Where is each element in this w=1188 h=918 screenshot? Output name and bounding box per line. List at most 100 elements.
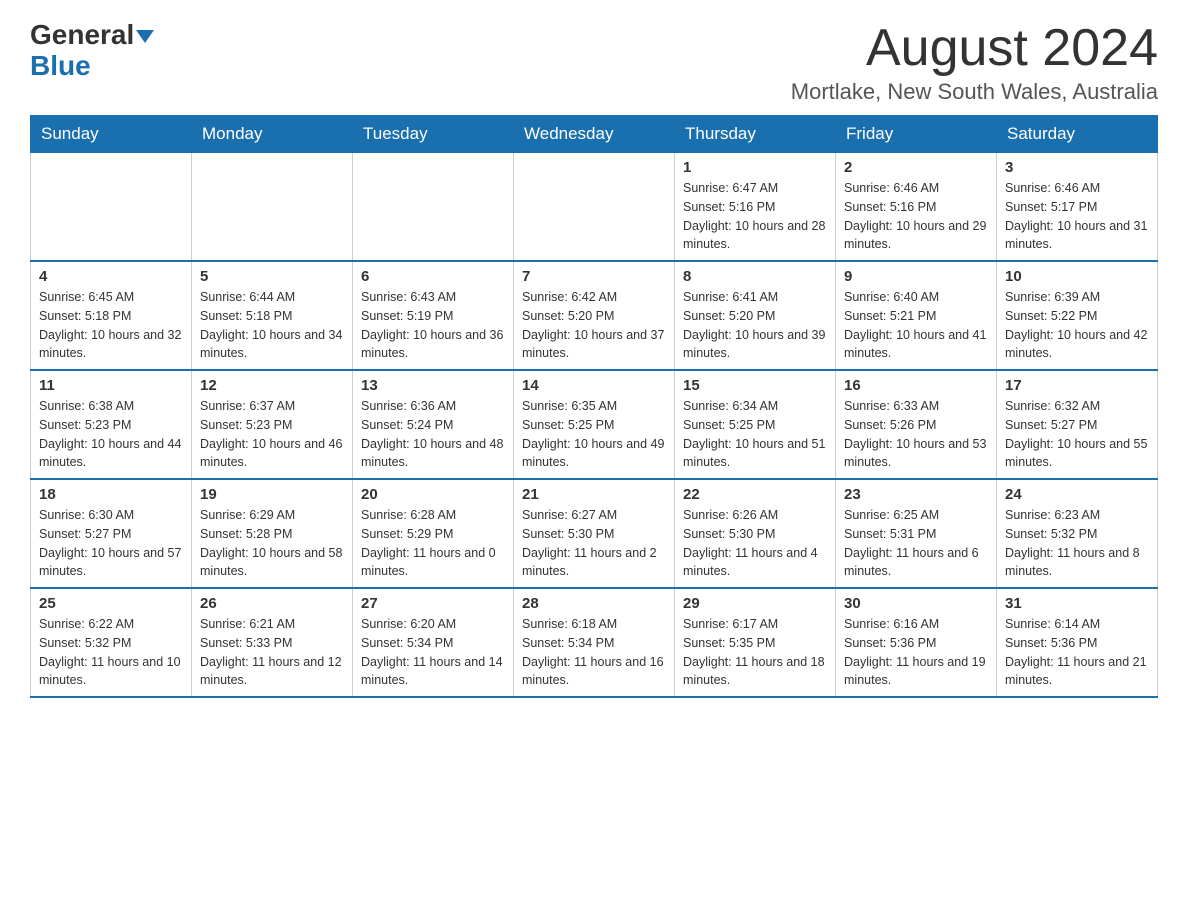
- header-saturday: Saturday: [997, 116, 1158, 153]
- table-row: 30 Sunrise: 6:16 AMSunset: 5:36 PMDayligh…: [836, 588, 997, 697]
- day-number: 6: [361, 268, 505, 285]
- day-info: Sunrise: 6:16 AMSunset: 5:36 PMDaylight:…: [844, 615, 988, 690]
- calendar-week-row: 11 Sunrise: 6:38 AMSunset: 5:23 PMDayligh…: [31, 370, 1158, 479]
- calendar-table: Sunday Monday Tuesday Wednesday Thursday…: [30, 115, 1158, 698]
- day-number: 28: [522, 595, 666, 612]
- table-row: 25 Sunrise: 6:22 AMSunset: 5:32 PMDayligh…: [31, 588, 192, 697]
- calendar-week-row: 25 Sunrise: 6:22 AMSunset: 5:32 PMDayligh…: [31, 588, 1158, 697]
- day-number: 13: [361, 377, 505, 394]
- calendar-week-row: 1Sunrise: 6:47 AMSunset: 5:16 PMDaylight…: [31, 153, 1158, 262]
- day-number: 15: [683, 377, 827, 394]
- location-subtitle: Mortlake, New South Wales, Australia: [791, 79, 1158, 105]
- table-row: 17 Sunrise: 6:32 AMSunset: 5:27 PMDayligh…: [997, 370, 1158, 479]
- day-info: Sunrise: 6:35 AMSunset: 5:25 PMDaylight:…: [522, 397, 666, 472]
- day-number: 2: [844, 159, 988, 176]
- table-row: 5 Sunrise: 6:44 AMSunset: 5:18 PMDaylight…: [192, 261, 353, 370]
- table-row: 12 Sunrise: 6:37 AMSunset: 5:23 PMDayligh…: [192, 370, 353, 479]
- day-info: Sunrise: 6:32 AMSunset: 5:27 PMDaylight:…: [1005, 397, 1149, 472]
- table-row: 21Sunrise: 6:27 AMSunset: 5:30 PMDayligh…: [514, 479, 675, 588]
- day-info: Sunrise: 6:47 AMSunset: 5:16 PMDaylight:…: [683, 179, 827, 254]
- day-number: 17: [1005, 377, 1149, 394]
- day-info: Sunrise: 6:26 AMSunset: 5:30 PMDaylight:…: [683, 506, 827, 581]
- day-info: Sunrise: 6:37 AMSunset: 5:23 PMDaylight:…: [200, 397, 344, 472]
- calendar-header-row: Sunday Monday Tuesday Wednesday Thursday…: [31, 116, 1158, 153]
- table-row: [31, 153, 192, 262]
- day-info: Sunrise: 6:25 AMSunset: 5:31 PMDaylight:…: [844, 506, 988, 581]
- month-year-title: August 2024: [791, 20, 1158, 77]
- table-row: 4Sunrise: 6:45 AMSunset: 5:18 PMDaylight…: [31, 261, 192, 370]
- table-row: 29 Sunrise: 6:17 AMSunset: 5:35 PMDayligh…: [675, 588, 836, 697]
- day-number: 20: [361, 486, 505, 503]
- table-row: 27Sunrise: 6:20 AMSunset: 5:34 PMDayligh…: [353, 588, 514, 697]
- day-number: 29: [683, 595, 827, 612]
- day-number: 22: [683, 486, 827, 503]
- day-info: Sunrise: 6:44 AMSunset: 5:18 PMDaylight:…: [200, 288, 344, 363]
- calendar-week-row: 18Sunrise: 6:30 AMSunset: 5:27 PMDayligh…: [31, 479, 1158, 588]
- day-info: Sunrise: 6:23 AMSunset: 5:32 PMDaylight:…: [1005, 506, 1149, 581]
- day-info: Sunrise: 6:14 AMSunset: 5:36 PMDaylight:…: [1005, 615, 1149, 690]
- table-row: 28Sunrise: 6:18 AMSunset: 5:34 PMDayligh…: [514, 588, 675, 697]
- table-row: 31Sunrise: 6:14 AMSunset: 5:36 PMDayligh…: [997, 588, 1158, 697]
- day-number: 19: [200, 486, 344, 503]
- day-number: 30: [844, 595, 988, 612]
- table-row: 10 Sunrise: 6:39 AMSunset: 5:22 PMDayligh…: [997, 261, 1158, 370]
- table-row: 7Sunrise: 6:42 AMSunset: 5:20 PMDaylight…: [514, 261, 675, 370]
- day-info: Sunrise: 6:40 AMSunset: 5:21 PMDaylight:…: [844, 288, 988, 363]
- table-row: 9Sunrise: 6:40 AMSunset: 5:21 PMDaylight…: [836, 261, 997, 370]
- title-block: August 2024 Mortlake, New South Wales, A…: [791, 20, 1158, 105]
- day-info: Sunrise: 6:34 AMSunset: 5:25 PMDaylight:…: [683, 397, 827, 472]
- day-info: Sunrise: 6:28 AMSunset: 5:29 PMDaylight:…: [361, 506, 505, 581]
- day-number: 26: [200, 595, 344, 612]
- day-number: 14: [522, 377, 666, 394]
- table-row: 15 Sunrise: 6:34 AMSunset: 5:25 PMDayligh…: [675, 370, 836, 479]
- logo-text: GeneralBlue: [30, 20, 154, 82]
- day-info: Sunrise: 6:27 AMSunset: 5:30 PMDaylight:…: [522, 506, 666, 581]
- table-row: 3Sunrise: 6:46 AMSunset: 5:17 PMDaylight…: [997, 153, 1158, 262]
- table-row: 11 Sunrise: 6:38 AMSunset: 5:23 PMDayligh…: [31, 370, 192, 479]
- day-info: Sunrise: 6:36 AMSunset: 5:24 PMDaylight:…: [361, 397, 505, 472]
- calendar-week-row: 4Sunrise: 6:45 AMSunset: 5:18 PMDaylight…: [31, 261, 1158, 370]
- day-number: 8: [683, 268, 827, 285]
- table-row: [353, 153, 514, 262]
- day-info: Sunrise: 6:22 AMSunset: 5:32 PMDaylight:…: [39, 615, 183, 690]
- day-info: Sunrise: 6:38 AMSunset: 5:23 PMDaylight:…: [39, 397, 183, 472]
- day-info: Sunrise: 6:43 AMSunset: 5:19 PMDaylight:…: [361, 288, 505, 363]
- logo-blue: Blue: [30, 50, 91, 81]
- day-info: Sunrise: 6:17 AMSunset: 5:35 PMDaylight:…: [683, 615, 827, 690]
- table-row: 13 Sunrise: 6:36 AMSunset: 5:24 PMDayligh…: [353, 370, 514, 479]
- table-row: [514, 153, 675, 262]
- header-wednesday: Wednesday: [514, 116, 675, 153]
- day-info: Sunrise: 6:42 AMSunset: 5:20 PMDaylight:…: [522, 288, 666, 363]
- table-row: 18Sunrise: 6:30 AMSunset: 5:27 PMDayligh…: [31, 479, 192, 588]
- day-number: 18: [39, 486, 183, 503]
- day-number: 23: [844, 486, 988, 503]
- day-info: Sunrise: 6:29 AMSunset: 5:28 PMDaylight:…: [200, 506, 344, 581]
- table-row: 24 Sunrise: 6:23 AMSunset: 5:32 PMDayligh…: [997, 479, 1158, 588]
- day-info: Sunrise: 6:41 AMSunset: 5:20 PMDaylight:…: [683, 288, 827, 363]
- day-number: 5: [200, 268, 344, 285]
- table-row: 1Sunrise: 6:47 AMSunset: 5:16 PMDaylight…: [675, 153, 836, 262]
- header-monday: Monday: [192, 116, 353, 153]
- day-info: Sunrise: 6:21 AMSunset: 5:33 PMDaylight:…: [200, 615, 344, 690]
- day-number: 27: [361, 595, 505, 612]
- day-number: 10: [1005, 268, 1149, 285]
- header-tuesday: Tuesday: [353, 116, 514, 153]
- table-row: 16Sunrise: 6:33 AMSunset: 5:26 PMDayligh…: [836, 370, 997, 479]
- day-number: 12: [200, 377, 344, 394]
- table-row: 23 Sunrise: 6:25 AMSunset: 5:31 PMDayligh…: [836, 479, 997, 588]
- header-friday: Friday: [836, 116, 997, 153]
- day-number: 24: [1005, 486, 1149, 503]
- day-info: Sunrise: 6:45 AMSunset: 5:18 PMDaylight:…: [39, 288, 183, 363]
- header-thursday: Thursday: [675, 116, 836, 153]
- day-info: Sunrise: 6:46 AMSunset: 5:16 PMDaylight:…: [844, 179, 988, 254]
- page-header: GeneralBlue August 2024 Mortlake, New So…: [30, 20, 1158, 105]
- header-sunday: Sunday: [31, 116, 192, 153]
- table-row: 26 Sunrise: 6:21 AMSunset: 5:33 PMDayligh…: [192, 588, 353, 697]
- day-number: 11: [39, 377, 183, 394]
- table-row: 6 Sunrise: 6:43 AMSunset: 5:19 PMDaylight…: [353, 261, 514, 370]
- table-row: 20 Sunrise: 6:28 AMSunset: 5:29 PMDayligh…: [353, 479, 514, 588]
- table-row: 14 Sunrise: 6:35 AMSunset: 5:25 PMDayligh…: [514, 370, 675, 479]
- day-number: 3: [1005, 159, 1149, 176]
- day-info: Sunrise: 6:39 AMSunset: 5:22 PMDaylight:…: [1005, 288, 1149, 363]
- day-number: 25: [39, 595, 183, 612]
